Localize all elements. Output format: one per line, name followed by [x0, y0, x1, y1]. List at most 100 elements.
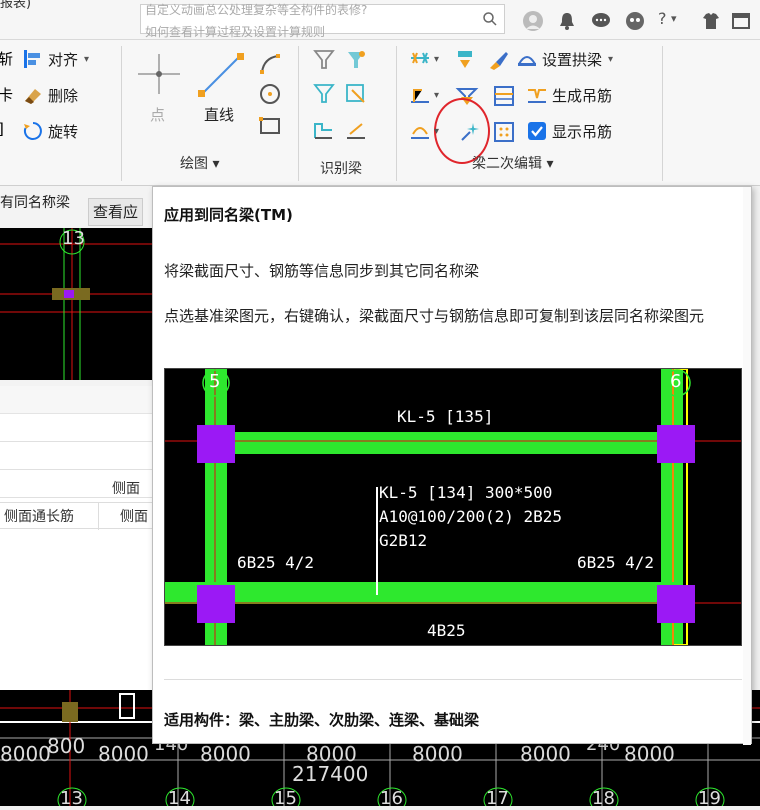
- sparkle-icon[interactable]: [458, 120, 482, 144]
- dim-label: 8000: [98, 742, 149, 766]
- hanger-icon: [528, 89, 546, 103]
- dim-label: 8000: [412, 742, 463, 766]
- beam-edit-group-label[interactable]: 梁二次编辑 ▾: [472, 153, 553, 173]
- arch-beam-icon: [518, 56, 536, 66]
- edit-cut-label-2[interactable]: 卡: [0, 84, 13, 105]
- tooltip-detail: 点选基准梁图元，右键确认，梁截面尺寸与钢筋信息即可复制到该层同名称梁图元: [164, 307, 705, 325]
- group-separator: [121, 46, 122, 181]
- brush-icon[interactable]: [486, 48, 510, 72]
- chat-icon[interactable]: [590, 10, 612, 32]
- rotate-label: 旋转: [48, 122, 79, 141]
- draw-group-label[interactable]: 绘图 ▾: [180, 153, 219, 173]
- illustration-axis-left: 5: [209, 371, 221, 392]
- tooltip-illustration: 5 6 KL-5 [135] KL-5 [134] 300*500 A10@10…: [164, 368, 742, 646]
- dim-label: 8000: [624, 742, 675, 766]
- rotate-icon: [23, 122, 42, 140]
- illustration-right-support: 6B25 4/2: [577, 553, 655, 572]
- identify-origin-icon[interactable]: [344, 82, 368, 106]
- edit-cut-label-3[interactable]: ]: [0, 120, 4, 138]
- bell-icon[interactable]: [556, 10, 578, 32]
- beam-edit-icon[interactable]: [408, 120, 432, 144]
- column-header-side-through-rebar[interactable]: 侧面通长筋: [4, 506, 74, 526]
- set-arch-beam-caret[interactable]: ▾: [608, 54, 613, 65]
- search-placeholder-2: 如何查看计算过程及设置计算规则: [145, 25, 326, 39]
- column-header-side: 侧面: [112, 481, 140, 497]
- show-hanger-label: 显示吊筋: [552, 122, 613, 141]
- illustration-beam-info-1: KL-5 [134] 300*500: [379, 483, 553, 502]
- align-button[interactable]: 对齐 ▾: [22, 46, 89, 72]
- left-panel: 有同名称梁 查看应 13 侧面 侧面通长筋 侧面: [0, 186, 160, 691]
- beam-support-caret[interactable]: ▾: [434, 90, 439, 101]
- identify-beam-icon[interactable]: [312, 48, 336, 72]
- group-separator: [298, 46, 299, 181]
- rebar-table-icon[interactable]: [492, 84, 516, 108]
- show-hanger-checkbox[interactable]: 显示吊筋: [526, 118, 612, 144]
- grid-row: [0, 414, 160, 442]
- column-header-side-2[interactable]: 侧面: [120, 506, 148, 526]
- illustration-axis-right: 6: [670, 371, 682, 392]
- generate-hanger-label: 生成吊筋: [552, 86, 613, 105]
- search-icon[interactable]: [482, 11, 498, 27]
- property-grid: 侧面 侧面通长筋 侧面: [0, 386, 160, 691]
- window-icon[interactable]: [730, 10, 752, 32]
- rectangle-icon[interactable]: [258, 114, 282, 138]
- help-icon[interactable]: ?: [658, 9, 667, 28]
- illustration-beam-info-3: G2B12: [379, 531, 428, 550]
- beam-edit-caret[interactable]: ▾: [434, 126, 439, 137]
- tooltip-description: 将梁截面尺寸、钢筋等信息同步到其它同名称梁: [164, 262, 480, 280]
- top-left-label: 报表): [0, 0, 32, 11]
- tab-view-apply[interactable]: 查看应: [88, 198, 144, 226]
- help-dropdown-caret[interactable]: ▾: [671, 12, 677, 25]
- identify-stairs-icon[interactable]: [312, 118, 336, 142]
- cad-axis-drawing: [0, 228, 160, 380]
- group-separator: [662, 46, 663, 181]
- generate-hanger-button[interactable]: 生成吊筋: [526, 82, 612, 108]
- illustration-bottom-rebar: 4B25: [427, 621, 466, 640]
- tooltip-scrollbar[interactable]: [743, 187, 751, 745]
- beam-span-caret[interactable]: ▾: [434, 54, 439, 65]
- identify-edit-icon[interactable]: [344, 118, 368, 142]
- group-separator: [396, 46, 397, 181]
- align-icon: [24, 50, 40, 68]
- identify-support-icon[interactable]: [344, 48, 368, 72]
- grid-row: [0, 386, 160, 414]
- circle-icon[interactable]: [258, 82, 282, 106]
- shirt-icon[interactable]: [700, 10, 722, 32]
- tab-same-name-beam[interactable]: 有同名称梁: [0, 192, 70, 220]
- dim-label: 8000: [520, 742, 571, 766]
- align-dropdown-caret[interactable]: ▾: [84, 54, 89, 65]
- edit-cut-label-1[interactable]: 斩: [0, 48, 13, 69]
- checkbox-checked-icon[interactable]: [526, 120, 548, 142]
- illustration-left-support: 6B25 4/2: [237, 553, 315, 572]
- top-toolbar: 报表) 自定义动画总公处理复杂等全构件的表修? 如何查看计算过程及设置计算规则 …: [0, 0, 760, 40]
- set-arch-beam-button[interactable]: 设置拱梁 ▾: [516, 46, 613, 72]
- search-input[interactable]: 自定义动画总公处理复杂等全构件的表修? 如何查看计算过程及设置计算规则: [140, 3, 505, 39]
- point-label[interactable]: 点: [150, 104, 165, 125]
- beam-support-icon[interactable]: [408, 84, 432, 108]
- identify-group-label[interactable]: 识别梁: [320, 158, 362, 178]
- delete-button[interactable]: 删除: [22, 82, 78, 108]
- tooltip-applicable-components: 适用构件：梁、主肋梁、次肋梁、连梁、基础梁: [164, 711, 480, 729]
- tooltip-popup: 应用到同名梁(TM) 将梁截面尺寸、钢筋等信息同步到其它同名称梁 点选基准梁图元…: [152, 186, 752, 745]
- set-arch-beam-label: 设置拱梁: [542, 50, 603, 69]
- illustration-beam-top-label: KL-5 [135]: [397, 407, 494, 426]
- grid-icon[interactable]: [492, 120, 516, 144]
- rotate-button[interactable]: 旋转: [22, 118, 78, 144]
- tooltip-title: 应用到同名梁(TM): [164, 206, 293, 224]
- line-label[interactable]: 直线: [204, 104, 234, 125]
- user-icon[interactable]: [522, 10, 544, 32]
- dim-label: 800: [47, 734, 86, 758]
- identify-rebar-icon[interactable]: [312, 82, 336, 106]
- illustration-beam-info-2: A10@100/200(2) 2B25: [379, 507, 563, 526]
- original-position-icon[interactable]: [454, 48, 478, 72]
- point-icon[interactable]: [136, 52, 182, 96]
- line-icon[interactable]: [196, 50, 246, 100]
- eraser-icon: [25, 89, 41, 104]
- beam-span-icon[interactable]: [408, 48, 432, 72]
- mascot-icon[interactable]: [624, 10, 646, 32]
- search-placeholder: 自定义动画总公处理复杂等全构件的表修?: [145, 3, 368, 17]
- grid-row: [0, 442, 160, 470]
- tooltip-divider: [164, 679, 742, 680]
- arc-icon[interactable]: [258, 52, 282, 76]
- cad-viewport-top[interactable]: 13: [0, 228, 160, 380]
